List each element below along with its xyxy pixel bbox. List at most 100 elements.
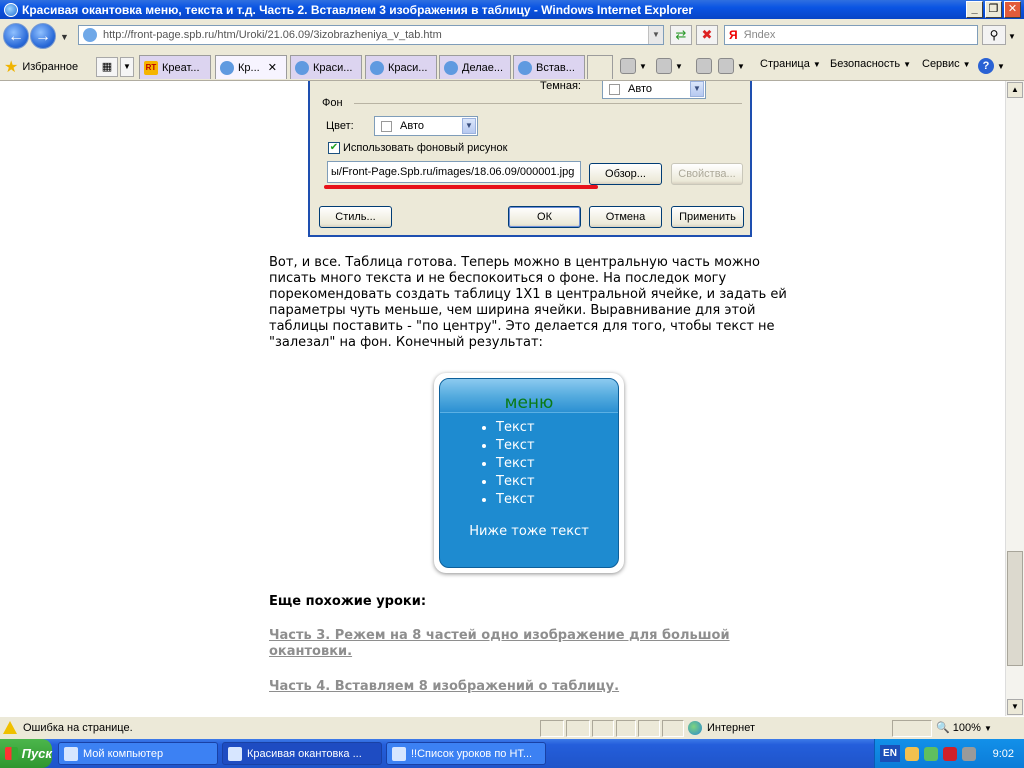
refresh-icon: ⇄ bbox=[675, 27, 687, 42]
address-bar[interactable]: http://front-page.spb.ru/htm/Uroki/21.06… bbox=[78, 25, 664, 45]
maximize-button[interactable]: ❐ bbox=[985, 1, 1002, 18]
warning-icon bbox=[3, 721, 17, 734]
back-button[interactable]: ← bbox=[3, 23, 29, 49]
cancel-button: Отмена bbox=[589, 206, 662, 228]
scroll-thumb[interactable] bbox=[1007, 551, 1023, 666]
history-dropdown[interactable]: ▼ bbox=[60, 32, 69, 42]
similar-lessons-heading: Еще похожие уроки: bbox=[269, 594, 427, 609]
page-content: Темная: Авто ▼ Фон Цвет: Авто ▼ ✔ Исполь… bbox=[0, 81, 1005, 716]
properties-button: Свойства... bbox=[671, 163, 743, 185]
safety-menu-label: Безопасность bbox=[830, 58, 901, 70]
tray-app-icon[interactable] bbox=[924, 746, 938, 761]
ie-icon bbox=[228, 746, 242, 761]
lesson-link-part4[interactable]: Часть 4. Вставляем 8 изображений о табли… bbox=[269, 679, 619, 695]
search-input[interactable]: Я Яndex bbox=[724, 25, 978, 45]
tab-list-dropdown[interactable]: ▼ bbox=[120, 57, 134, 77]
home-icon bbox=[620, 58, 636, 74]
list-item: Текст bbox=[496, 437, 535, 455]
list-item: Текст bbox=[496, 419, 535, 437]
dark-select: Авто ▼ bbox=[602, 81, 706, 99]
ie-page-icon bbox=[295, 60, 309, 75]
new-tab-button[interactable] bbox=[587, 55, 613, 79]
mail-button[interactable] bbox=[696, 58, 712, 74]
status-cell bbox=[566, 720, 590, 737]
dialog-screenshot: Темная: Авто ▼ Фон Цвет: Авто ▼ ✔ Исполь… bbox=[308, 81, 752, 237]
page-icon bbox=[83, 28, 97, 42]
page-menu[interactable]: Страница ▼ bbox=[760, 58, 821, 70]
forward-button[interactable]: → bbox=[30, 23, 56, 49]
refresh-button[interactable]: ⇄ bbox=[670, 25, 692, 45]
dark-select-value: Авто bbox=[628, 83, 652, 95]
tab-2-active[interactable]: Кр... ✕ bbox=[215, 55, 287, 79]
help-menu[interactable]: ? ▼ bbox=[978, 58, 1005, 74]
tab-1[interactable]: RT Креат... bbox=[139, 55, 211, 79]
minimize-button[interactable]: _ bbox=[966, 1, 983, 18]
background-section-label: Фон bbox=[322, 97, 343, 109]
page-menu-label: Страница bbox=[760, 58, 810, 70]
address-dropdown[interactable]: ▼ bbox=[648, 26, 663, 44]
scroll-down-button[interactable]: ▼ bbox=[1007, 699, 1023, 715]
safety-menu[interactable]: Безопасность ▼ bbox=[830, 58, 911, 70]
taskbar-item-ie[interactable]: Красивая окантовка ... bbox=[222, 742, 382, 765]
taskbar-item-my-computer[interactable]: Мой компьютер bbox=[58, 742, 218, 765]
list-item: Текст bbox=[496, 473, 535, 491]
windows-taskbar: Пуск Мой компьютер Красивая окантовка ..… bbox=[0, 739, 1024, 768]
language-indicator[interactable]: EN bbox=[880, 745, 900, 762]
grid-icon: ▦ bbox=[101, 61, 113, 73]
quick-tabs-button[interactable]: ▦ bbox=[96, 57, 118, 77]
tools-menu[interactable]: Сервис ▼ bbox=[922, 58, 971, 70]
lesson-link-part3[interactable]: Часть 3. Режем на 8 частей одно изображе… bbox=[269, 628, 739, 660]
tab-5[interactable]: Делае... bbox=[439, 55, 511, 79]
tab-label: Креат... bbox=[162, 61, 200, 74]
vertical-scrollbar[interactable]: ▲ ▼ bbox=[1005, 81, 1024, 716]
close-button[interactable]: ✕ bbox=[1004, 1, 1021, 18]
start-button[interactable]: Пуск bbox=[0, 739, 52, 768]
ie-page-icon bbox=[518, 60, 532, 75]
system-tray: EN 9:02 bbox=[874, 739, 1024, 768]
tab-4[interactable]: Краси... bbox=[365, 55, 437, 79]
use-bg-image-label: Использовать фоновый рисунок bbox=[343, 142, 508, 154]
zone-label: Интернет bbox=[707, 722, 755, 734]
scroll-up-button[interactable]: ▲ bbox=[1007, 82, 1023, 98]
tray-app-icon[interactable] bbox=[905, 746, 919, 761]
page-error-indicator[interactable]: Ошибка на странице. bbox=[3, 721, 133, 734]
task-label: Красивая окантовка ... bbox=[247, 747, 362, 760]
zoom-value: 100% bbox=[952, 722, 981, 734]
protected-mode-button[interactable] bbox=[892, 720, 932, 737]
result-demo-frame: меню Текст Текст Текст Текст Текст Ниже … bbox=[434, 373, 624, 573]
clock: 9:02 bbox=[992, 747, 1014, 760]
taskbar-item-word[interactable]: !!Список уроков по НТ... bbox=[386, 742, 546, 765]
chevron-down-icon: ▼ bbox=[690, 81, 704, 97]
dark-label: Темная: bbox=[540, 81, 581, 92]
tab-6[interactable]: Встав... bbox=[513, 55, 585, 79]
color-select: Авто ▼ bbox=[374, 116, 478, 136]
word-doc-icon bbox=[392, 746, 406, 761]
zoom-level[interactable]: 🔍 100% ▼ bbox=[936, 721, 992, 734]
security-zone[interactable]: Интернет bbox=[688, 721, 755, 735]
tab-3[interactable]: Краси... bbox=[290, 55, 362, 79]
search-button[interactable]: ⚲ bbox=[982, 25, 1006, 45]
tray-app-icon[interactable] bbox=[962, 746, 976, 761]
stop-button[interactable]: ✖ bbox=[696, 25, 718, 45]
feeds-button[interactable]: ▼ bbox=[656, 58, 683, 74]
status-cell bbox=[540, 720, 564, 737]
popup-blocker-icon[interactable] bbox=[616, 720, 636, 737]
search-placeholder: Яndex bbox=[743, 29, 776, 41]
home-button[interactable]: ▼ bbox=[620, 58, 647, 74]
print-button[interactable]: ▼ bbox=[718, 58, 745, 74]
task-label: Мой компьютер bbox=[83, 747, 164, 760]
favorites-label: Избранное bbox=[22, 61, 79, 73]
search-options-dropdown[interactable]: ▼ bbox=[1008, 32, 1016, 41]
error-text: Ошибка на странице. bbox=[23, 721, 133, 734]
tab-close-icon[interactable]: ✕ bbox=[268, 61, 277, 74]
ie-page-icon bbox=[220, 60, 234, 75]
globe-icon bbox=[688, 721, 702, 735]
bg-image-path: ы/Front-Page.Spb.ru/images/18.06.09/0000… bbox=[327, 161, 581, 183]
magnifier-icon: ⚲ bbox=[989, 28, 999, 42]
tab-label: Встав... bbox=[536, 61, 575, 74]
tools-menu-label: Сервис bbox=[922, 58, 960, 70]
favorites-button[interactable]: ★ Избранное bbox=[4, 57, 78, 77]
printer-icon bbox=[718, 58, 734, 74]
kaspersky-icon[interactable] bbox=[943, 746, 957, 761]
demo-list: Текст Текст Текст Текст Текст bbox=[496, 419, 535, 509]
